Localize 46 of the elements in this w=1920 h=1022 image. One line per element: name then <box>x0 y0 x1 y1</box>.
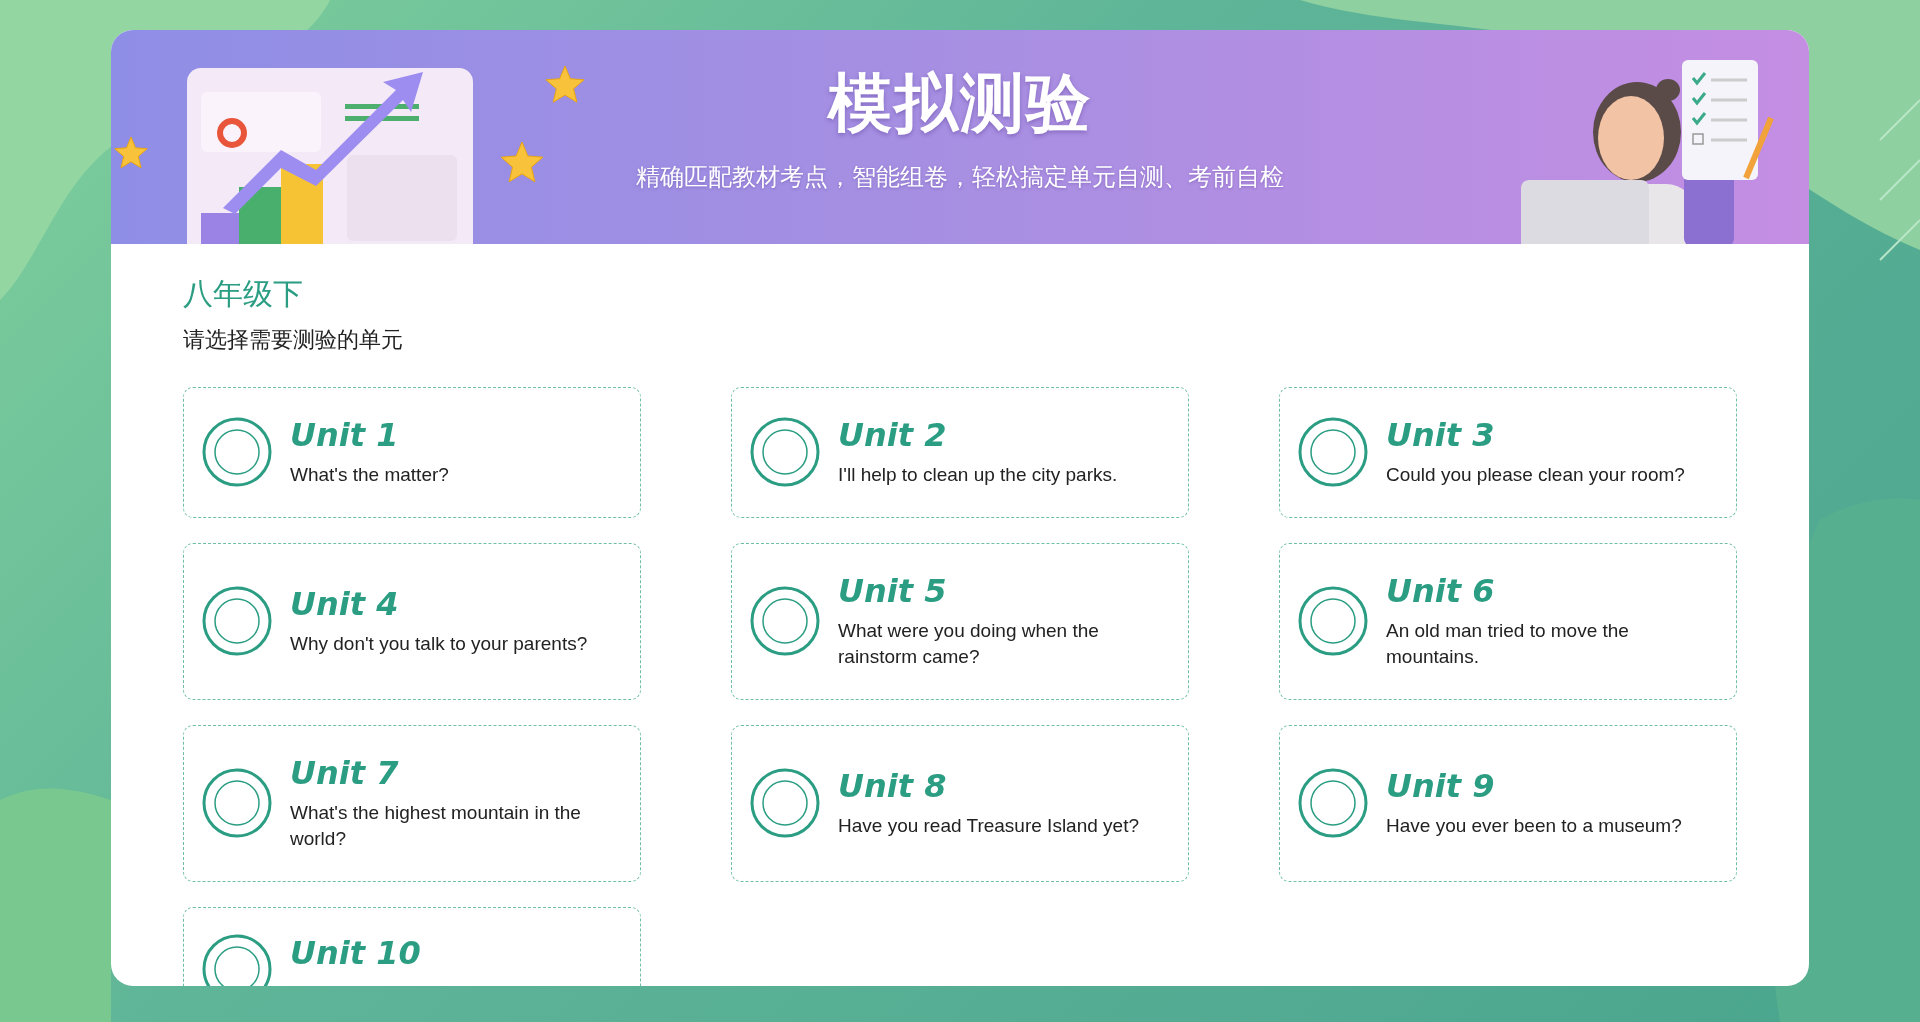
radio-button[interactable] <box>202 933 272 986</box>
banner-subtitle: 精确匹配教材考点，智能组卷，轻松搞定单元自测、考前自检 <box>636 162 1284 193</box>
unit-title: Unit 4 <box>290 584 400 623</box>
unit-title: Unit 10 <box>290 933 421 972</box>
unit-title: Unit 9 <box>1386 767 1496 806</box>
unit-title: Unit 1 <box>290 416 400 454</box>
banner-title: 模拟测验 <box>828 65 1092 142</box>
unit-card[interactable]: Unit 9 Have you ever been to a museum? <box>1279 724 1737 882</box>
unit-description: Have you ever been to a museum? <box>1386 814 1682 839</box>
unit-title: Unit 5 <box>838 571 948 610</box>
unit-description: Have you read Treasure Island yet? <box>838 814 1139 839</box>
unit-title: Unit 3 <box>1386 416 1496 454</box>
radio-button[interactable] <box>750 417 820 488</box>
radio-button[interactable] <box>202 768 272 839</box>
unit-description: Could you please clean your room? <box>1386 463 1685 487</box>
instruction-text: 请选择需要测验的单元 <box>183 326 404 354</box>
unit-description: An old man tried to move the mountains. <box>1386 618 1630 670</box>
unit-card[interactable]: Unit 7 What's the highest mountain in the world? <box>183 724 641 882</box>
unit-card[interactable]: Unit 4 Why don't you talk to your parents? <box>183 542 641 700</box>
radio-button[interactable] <box>750 768 820 839</box>
unit-description: I'll help to clean up the city parks. <box>838 463 1118 487</box>
star-icon <box>500 141 544 183</box>
grade-heading: 八年级下 <box>183 275 304 313</box>
radio-button[interactable] <box>750 586 820 657</box>
radio-button[interactable] <box>1298 586 1368 657</box>
unit-title: Unit 8 <box>838 767 948 806</box>
unit-description: What's the highest mountain in the world? <box>290 800 582 852</box>
unit-card[interactable]: Unit 5 What were you doing when the rainstorm came? <box>731 542 1189 700</box>
unit-card[interactable]: Unit 1 What's the matter? <box>183 387 641 518</box>
unit-title: Unit 2 <box>838 416 948 454</box>
unit-card[interactable]: Unit 2 I'll help to clean up the city parks. <box>731 387 1189 518</box>
radio-button[interactable] <box>1298 417 1368 488</box>
radio-button[interactable] <box>1298 768 1368 839</box>
unit-title: Unit 6 <box>1386 571 1496 610</box>
star-icon <box>545 65 585 103</box>
unit-description: What were you doing when the rainstorm came? <box>838 618 1100 670</box>
radio-button[interactable] <box>202 417 272 488</box>
unit-description: What's the matter? <box>290 463 449 487</box>
unit-description: Why don't you talk to your parents? <box>290 631 588 656</box>
radio-button[interactable] <box>202 586 272 657</box>
unit-title: Unit 7 <box>290 753 400 792</box>
checklist-icon <box>1682 60 1774 180</box>
star-icon <box>114 136 148 169</box>
unit-card[interactable]: Unit 8 Have you read Treasure Island yet? <box>731 724 1189 882</box>
unit-card[interactable]: Unit 6 An old man tried to move the mountains. <box>1279 542 1737 700</box>
unit-card[interactable]: Unit 3 Could you please clean your room? <box>1279 387 1737 518</box>
